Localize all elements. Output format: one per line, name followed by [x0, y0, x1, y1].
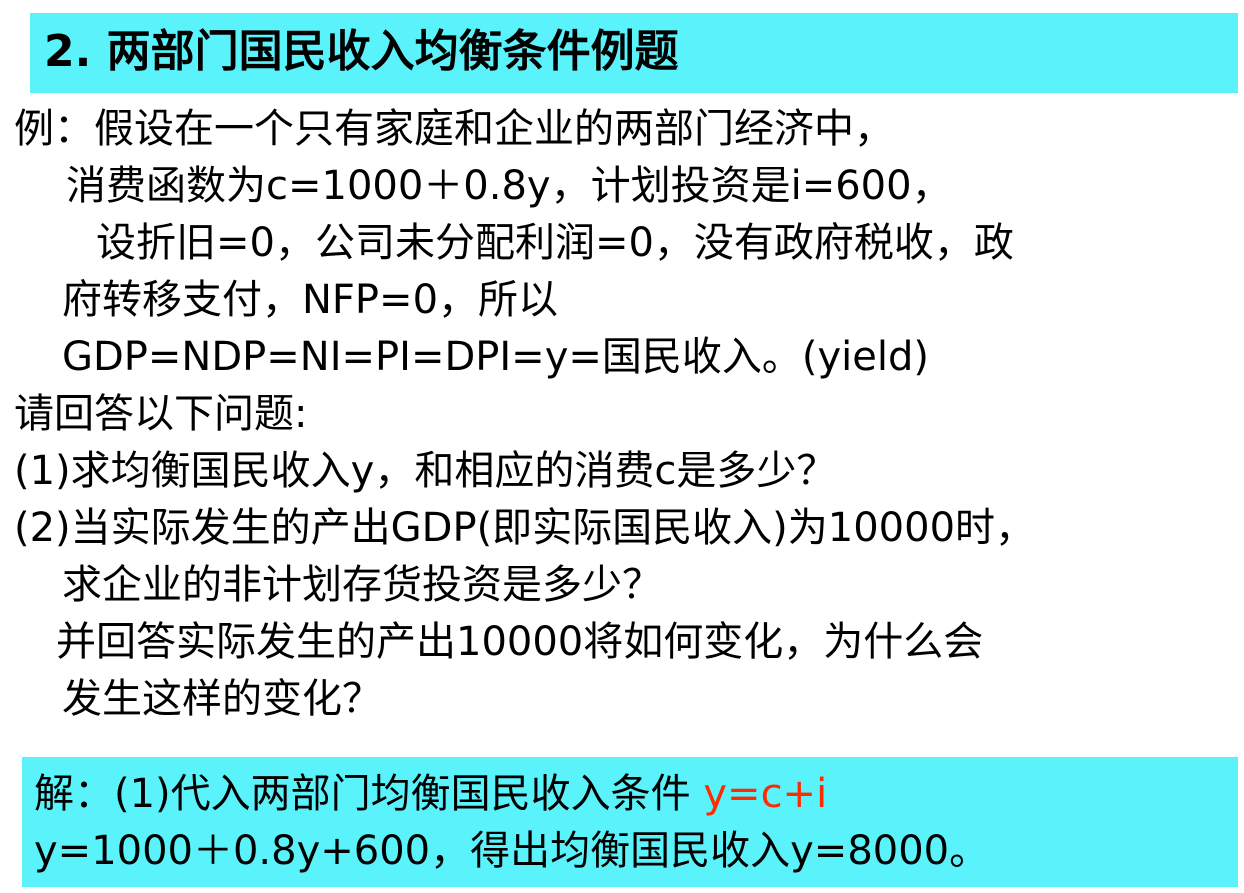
problem-line-3: 设折旧=0，公司未分配利润=0，没有政府税收，政 — [96, 220, 1014, 266]
question-2-line-4: 发生这样的变化？ — [62, 676, 382, 722]
question-1: (1)求均衡国民收入y，和相应的消费c是多少？ — [14, 448, 837, 494]
solution-line-2: y=1000＋0.8y+600，得出均衡国民收入y=8000。 — [34, 828, 990, 874]
problem-line-1: 例：假设在一个只有家庭和企业的两部门经济中， — [14, 106, 894, 152]
page-title: 2. 两部门国民收入均衡条件例题 — [44, 26, 679, 77]
equilibrium-formula: y=c+i — [703, 771, 828, 817]
questions-intro: 请回答以下问题: — [14, 391, 308, 437]
problem-line-2: 消费函数为c=1000＋0.8y，计划投资是i=600， — [66, 163, 952, 209]
problem-line-5: GDP=NDP=NI=PI=DPI=y=国民收入。(yield) — [62, 334, 929, 380]
question-2-line-3: 并回答实际发生的产出10000将如何变化，为什么会 — [56, 619, 984, 665]
problem-line-4: 府转移支付，NFP=0，所以 — [62, 277, 559, 323]
solution-line-1: 解：(1)代入两部门均衡国民收入条件 y=c+i — [34, 766, 827, 822]
question-2-line-2: 求企业的非计划存货投资是多少？ — [62, 562, 662, 608]
question-2-line-1: (2)当实际发生的产出GDP(即实际国民收入)为10000时， — [14, 505, 1036, 551]
solution-prefix: 解：(1)代入两部门均衡国民收入条件 — [34, 771, 704, 817]
